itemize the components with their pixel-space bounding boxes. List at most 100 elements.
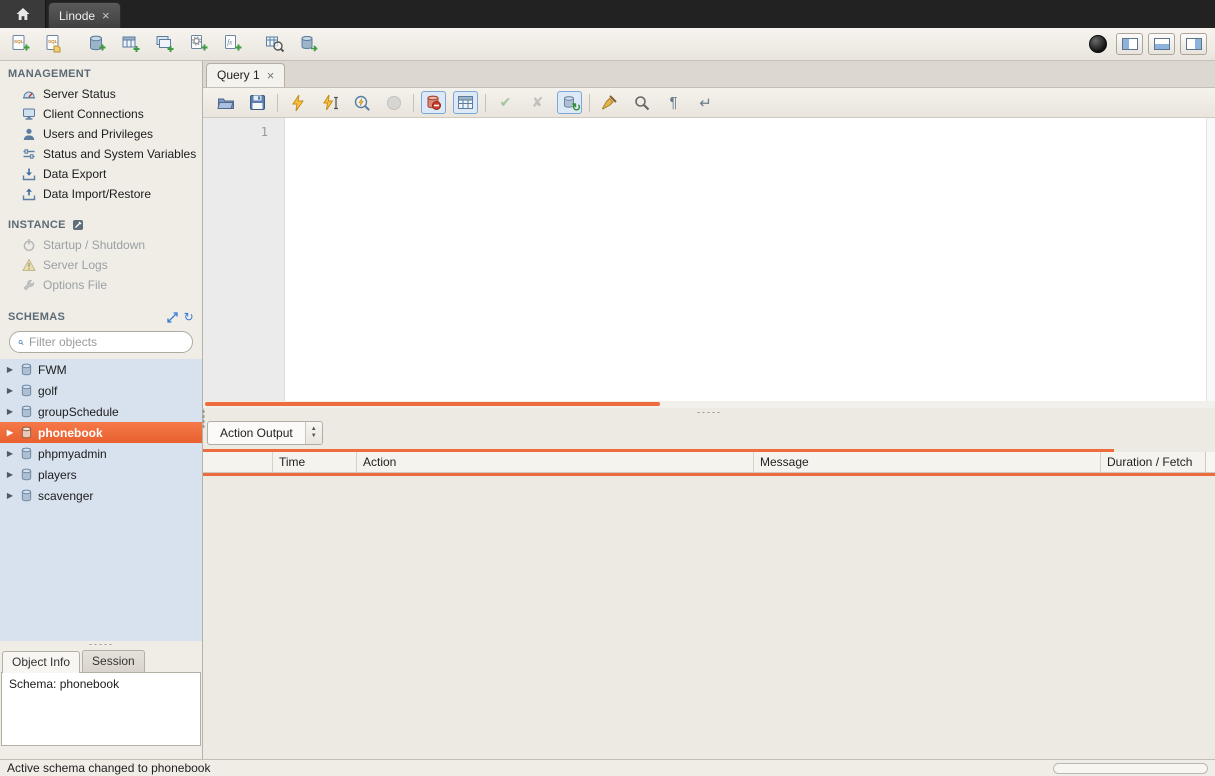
chevron-right-icon[interactable]: ▶ — [5, 470, 15, 479]
home-tab[interactable] — [0, 0, 46, 28]
toggle-output-area-button[interactable] — [1148, 33, 1175, 55]
editor-horizontal-scrollbar[interactable] — [203, 401, 1215, 408]
line-number: 1 — [203, 125, 268, 139]
toggle-invisible-characters-button[interactable]: ¶ — [661, 91, 686, 114]
output-column-time[interactable]: Time — [273, 452, 357, 472]
chevron-right-icon[interactable]: ▶ — [5, 428, 15, 437]
sidebar-item-users-privileges[interactable]: Users and Privileges — [0, 124, 202, 144]
management-section-header: MANAGEMENT — [0, 61, 202, 84]
schema-item-fwm[interactable]: ▶ FWM — [0, 359, 202, 380]
schema-item-phpmyadmin[interactable]: ▶ phpmyadmin — [0, 443, 202, 464]
schema-item-groupschedule[interactable]: ▶ groupSchedule — [0, 401, 202, 422]
new-function-button[interactable]: fx — [220, 31, 246, 57]
expand-schemas-panel-icon[interactable] — [167, 312, 178, 323]
commit-button[interactable]: ✔ — [493, 91, 518, 114]
schema-item-phonebook[interactable]: ▶ phonebook — [0, 422, 202, 443]
new-schema-icon — [87, 34, 107, 54]
query-tab-1[interactable]: Query 1 × — [206, 63, 285, 87]
new-query-tab-button[interactable]: SQL — [8, 31, 34, 57]
execute-current-statement-button[interactable] — [317, 91, 342, 114]
toolbar-separator — [277, 94, 278, 112]
output-column-message[interactable]: Message — [754, 452, 1101, 472]
toggle-autocommit-button[interactable]: ↻ — [557, 91, 582, 114]
sql-editor[interactable]: 1 — [203, 118, 1215, 401]
output-column-duration[interactable]: Duration / Fetch — [1101, 452, 1205, 472]
open-script-button[interactable] — [213, 91, 238, 114]
search-table-data-button[interactable] — [262, 31, 288, 57]
toggle-stop-on-error-button[interactable] — [421, 91, 446, 114]
sidebar-item-server-logs[interactable]: Server Logs — [0, 255, 202, 275]
users-icon — [22, 127, 36, 141]
sidebar-item-startup-shutdown[interactable]: Startup / Shutdown — [0, 235, 202, 255]
connection-indicator-icon — [1089, 35, 1107, 53]
statusbar-scrollbar[interactable] — [1053, 763, 1208, 774]
schema-filter-box[interactable] — [9, 331, 193, 353]
schema-item-scavenger[interactable]: ▶ scavenger — [0, 485, 202, 506]
scrollbar-thumb[interactable] — [205, 402, 660, 406]
sidebar-item-system-variables[interactable]: Status and System Variables — [0, 144, 202, 164]
output-column-icon[interactable] — [203, 452, 273, 472]
schema-item-golf[interactable]: ▶ golf — [0, 380, 202, 401]
new-table-button[interactable] — [118, 31, 144, 57]
close-icon[interactable]: × — [267, 69, 275, 82]
beautify-sql-button[interactable] — [597, 91, 622, 114]
open-sql-script-icon: SQL — [45, 34, 65, 54]
chevron-right-icon[interactable]: ▶ — [5, 449, 15, 458]
instance-section-header: INSTANCE — [0, 212, 202, 235]
schema-filter-input[interactable] — [29, 335, 184, 349]
schema-name: phonebook — [38, 426, 103, 440]
reconnect-dbms-button[interactable] — [296, 31, 322, 57]
output-toolbar: Action Output ▲ ▼ — [203, 417, 1215, 449]
output-view-selector-value: Action Output — [208, 422, 305, 444]
instance-actions-icon[interactable] — [72, 219, 84, 231]
explain-query-button[interactable] — [349, 91, 374, 114]
new-view-button[interactable] — [152, 31, 178, 57]
open-sql-script-button[interactable]: SQL — [42, 31, 68, 57]
tab-session[interactable]: Session — [82, 650, 145, 672]
connection-indicator[interactable] — [1085, 31, 1111, 57]
save-icon — [249, 94, 266, 111]
find-button[interactable] — [629, 91, 654, 114]
stop-query-button[interactable] — [381, 91, 406, 114]
rollback-button[interactable]: ✘ — [525, 91, 550, 114]
sql-editor-text[interactable] — [285, 118, 1206, 401]
save-script-button[interactable] — [245, 91, 270, 114]
chevron-right-icon[interactable]: ▶ — [5, 365, 15, 374]
data-import-icon — [22, 187, 36, 201]
chevron-right-icon[interactable]: ▶ — [5, 407, 15, 416]
toggle-word-wrap-button[interactable]: ↵ — [693, 91, 718, 114]
schema-icon — [20, 405, 33, 418]
toggle-left-sidebar-icon — [1122, 38, 1138, 50]
selector-stepper[interactable]: ▲ ▼ — [305, 422, 322, 444]
server-logs-icon — [22, 258, 36, 272]
toggle-left-sidebar-button[interactable] — [1116, 33, 1143, 55]
close-icon[interactable]: × — [102, 9, 110, 22]
refresh-schemas-icon[interactable]: ↻ — [184, 310, 194, 324]
new-procedure-button[interactable] — [186, 31, 212, 57]
tab-object-info[interactable]: Object Info — [2, 651, 80, 673]
mysql-workbench-window: Linode × SQL SQL — [0, 0, 1215, 776]
new-schema-button[interactable] — [84, 31, 110, 57]
sidebar-item-data-export[interactable]: Data Export — [0, 164, 202, 184]
output-splitter[interactable] — [203, 408, 1215, 417]
explain-magnifier-lightning-icon — [353, 94, 371, 112]
toggle-limit-rows-button[interactable] — [453, 91, 478, 114]
sidebar-item-server-status[interactable]: Server Status — [0, 84, 202, 104]
sidebar-item-label: Status and System Variables — [43, 147, 196, 161]
execute-query-button[interactable] — [285, 91, 310, 114]
chevron-right-icon[interactable]: ▶ — [5, 491, 15, 500]
output-view-selector[interactable]: Action Output ▲ ▼ — [207, 421, 323, 445]
output-column-action[interactable]: Action — [357, 452, 754, 472]
sidebar-item-options-file[interactable]: Options File — [0, 275, 202, 295]
toggle-right-sidebar-button[interactable] — [1180, 33, 1207, 55]
connection-tab-linode[interactable]: Linode × — [48, 2, 121, 28]
chevron-right-icon[interactable]: ▶ — [5, 386, 15, 395]
editor-vertical-scrollbar[interactable] — [1206, 118, 1215, 401]
output-vertical-scrollbar[interactable] — [1205, 452, 1215, 472]
query-tab-label: Query 1 — [217, 68, 260, 82]
schema-item-players[interactable]: ▶ players — [0, 464, 202, 485]
sidebar-item-client-connections[interactable]: Client Connections — [0, 104, 202, 124]
sidebar-item-data-import[interactable]: Data Import/Restore — [0, 184, 202, 204]
sidebar-bottom-tabs: Object Info Session — [0, 648, 202, 672]
sidebar-horizontal-splitter[interactable] — [0, 641, 202, 648]
